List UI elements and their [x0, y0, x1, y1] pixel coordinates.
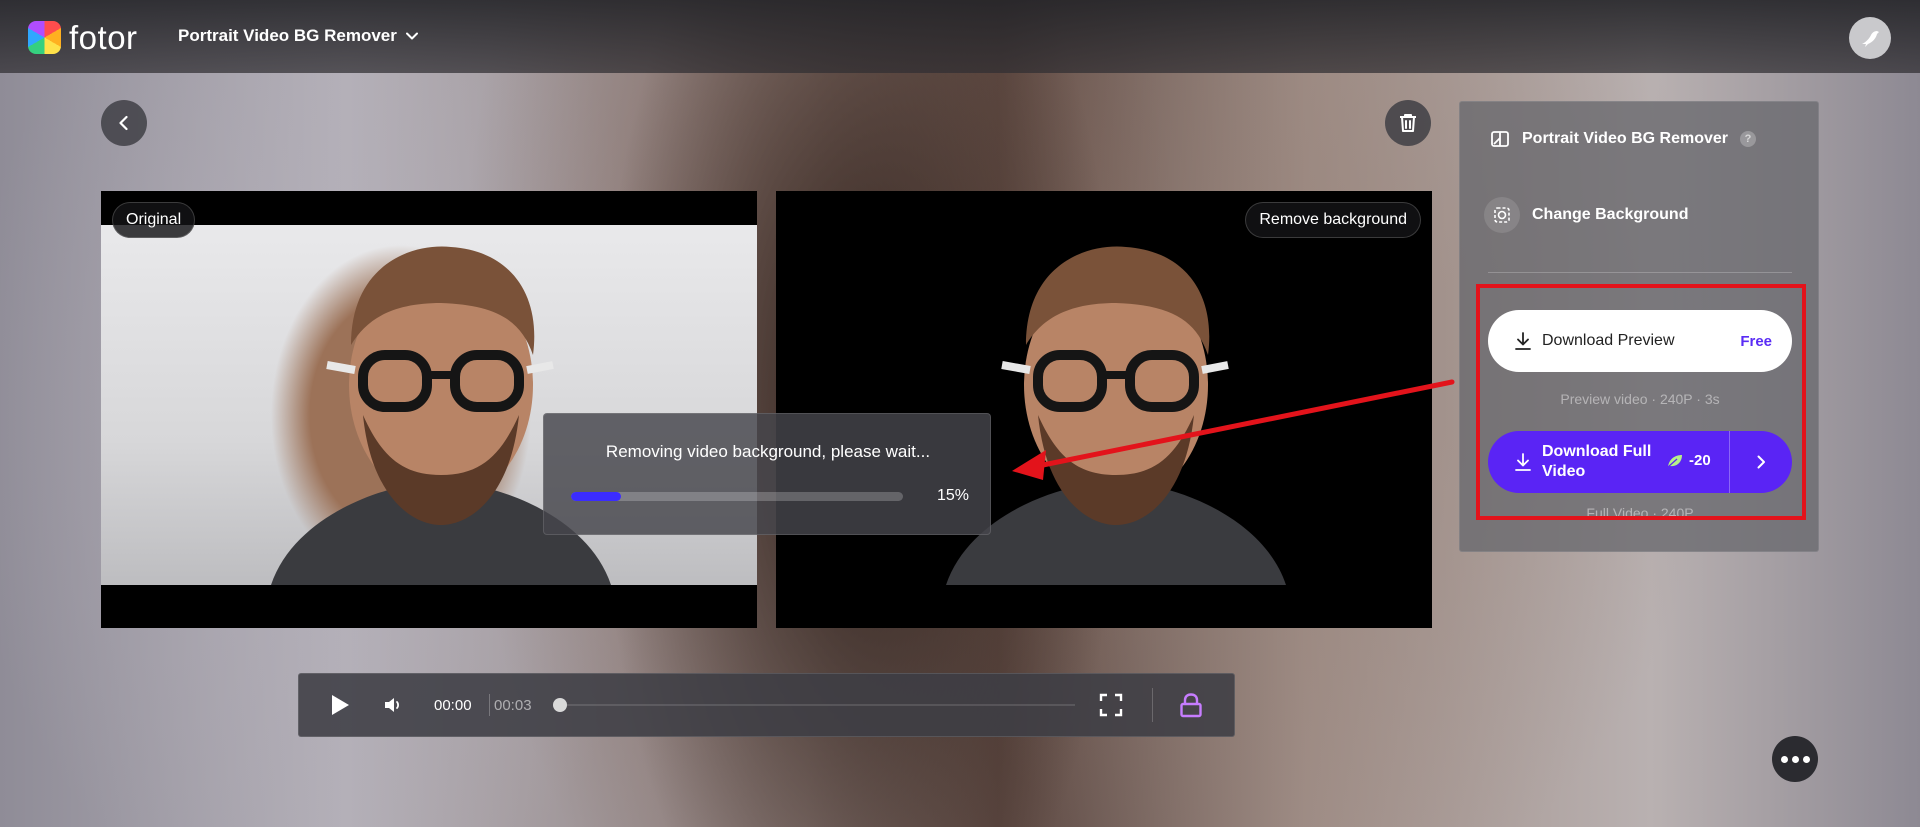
change-background-label: Change Background	[1532, 206, 1689, 223]
current-time: 00:00	[434, 696, 472, 714]
seek-handle[interactable]	[553, 698, 567, 712]
back-button[interactable]	[101, 100, 147, 146]
result-video-panel: Remove background	[776, 191, 1432, 628]
video-player-controls: 00:00 00:03	[298, 673, 1235, 737]
lock-icon	[1180, 693, 1202, 718]
player-separator	[1152, 688, 1153, 722]
change-background-icon	[1484, 197, 1520, 233]
trash-icon	[1400, 114, 1416, 132]
help-icon[interactable]: ?	[1739, 131, 1756, 147]
change-background-button[interactable]: Change Background	[1484, 197, 1689, 233]
chevron-down-icon	[405, 32, 418, 40]
fotor-logo[interactable]: fotor	[28, 21, 138, 54]
play-button[interactable]	[329, 674, 351, 736]
more-options-button[interactable]	[1772, 736, 1818, 782]
annotation-highlight-box	[1476, 284, 1806, 520]
fotor-logo-mark	[28, 21, 61, 54]
bird-icon	[1862, 31, 1879, 47]
progress-bar	[571, 492, 903, 501]
volume-icon	[385, 698, 400, 712]
divider	[1488, 272, 1792, 273]
play-icon	[332, 695, 349, 715]
tool-switcher-label: Portrait Video BG Remover	[178, 26, 397, 45]
top-bar: fotor Portrait Video BG Remover	[0, 0, 1920, 73]
delete-button[interactable]	[1385, 100, 1431, 146]
more-dots-icon	[1780, 755, 1788, 763]
lock-button[interactable]	[1179, 674, 1203, 736]
duration: 00:03	[494, 696, 532, 714]
tool-title: Portrait Video BG Remover	[1522, 130, 1728, 147]
time-separator	[489, 694, 490, 716]
seek-track[interactable]	[555, 704, 1075, 706]
tool-icon	[1491, 131, 1509, 147]
original-video-panel: Original	[101, 191, 757, 628]
chevron-left-icon	[119, 115, 128, 131]
progress-percent: 15%	[937, 487, 970, 504]
tool-title-row: Portrait Video BG Remover ?	[1490, 129, 1756, 149]
fullscreen-button[interactable]	[1099, 674, 1123, 736]
brand-name: fotor	[69, 19, 138, 56]
fullscreen-icon	[1099, 693, 1123, 717]
progress-dialog: Removing video background, please wait..…	[543, 413, 991, 535]
volume-button[interactable]	[383, 674, 405, 736]
progress-message: Removing video background, please wait..…	[605, 442, 931, 461]
original-label: Original	[112, 202, 196, 238]
avatar[interactable]	[1849, 17, 1891, 59]
progress-bar-fill	[571, 492, 621, 501]
tool-switcher[interactable]: Portrait Video BG Remover	[178, 26, 418, 46]
remove-background-label: Remove background	[1245, 202, 1421, 238]
